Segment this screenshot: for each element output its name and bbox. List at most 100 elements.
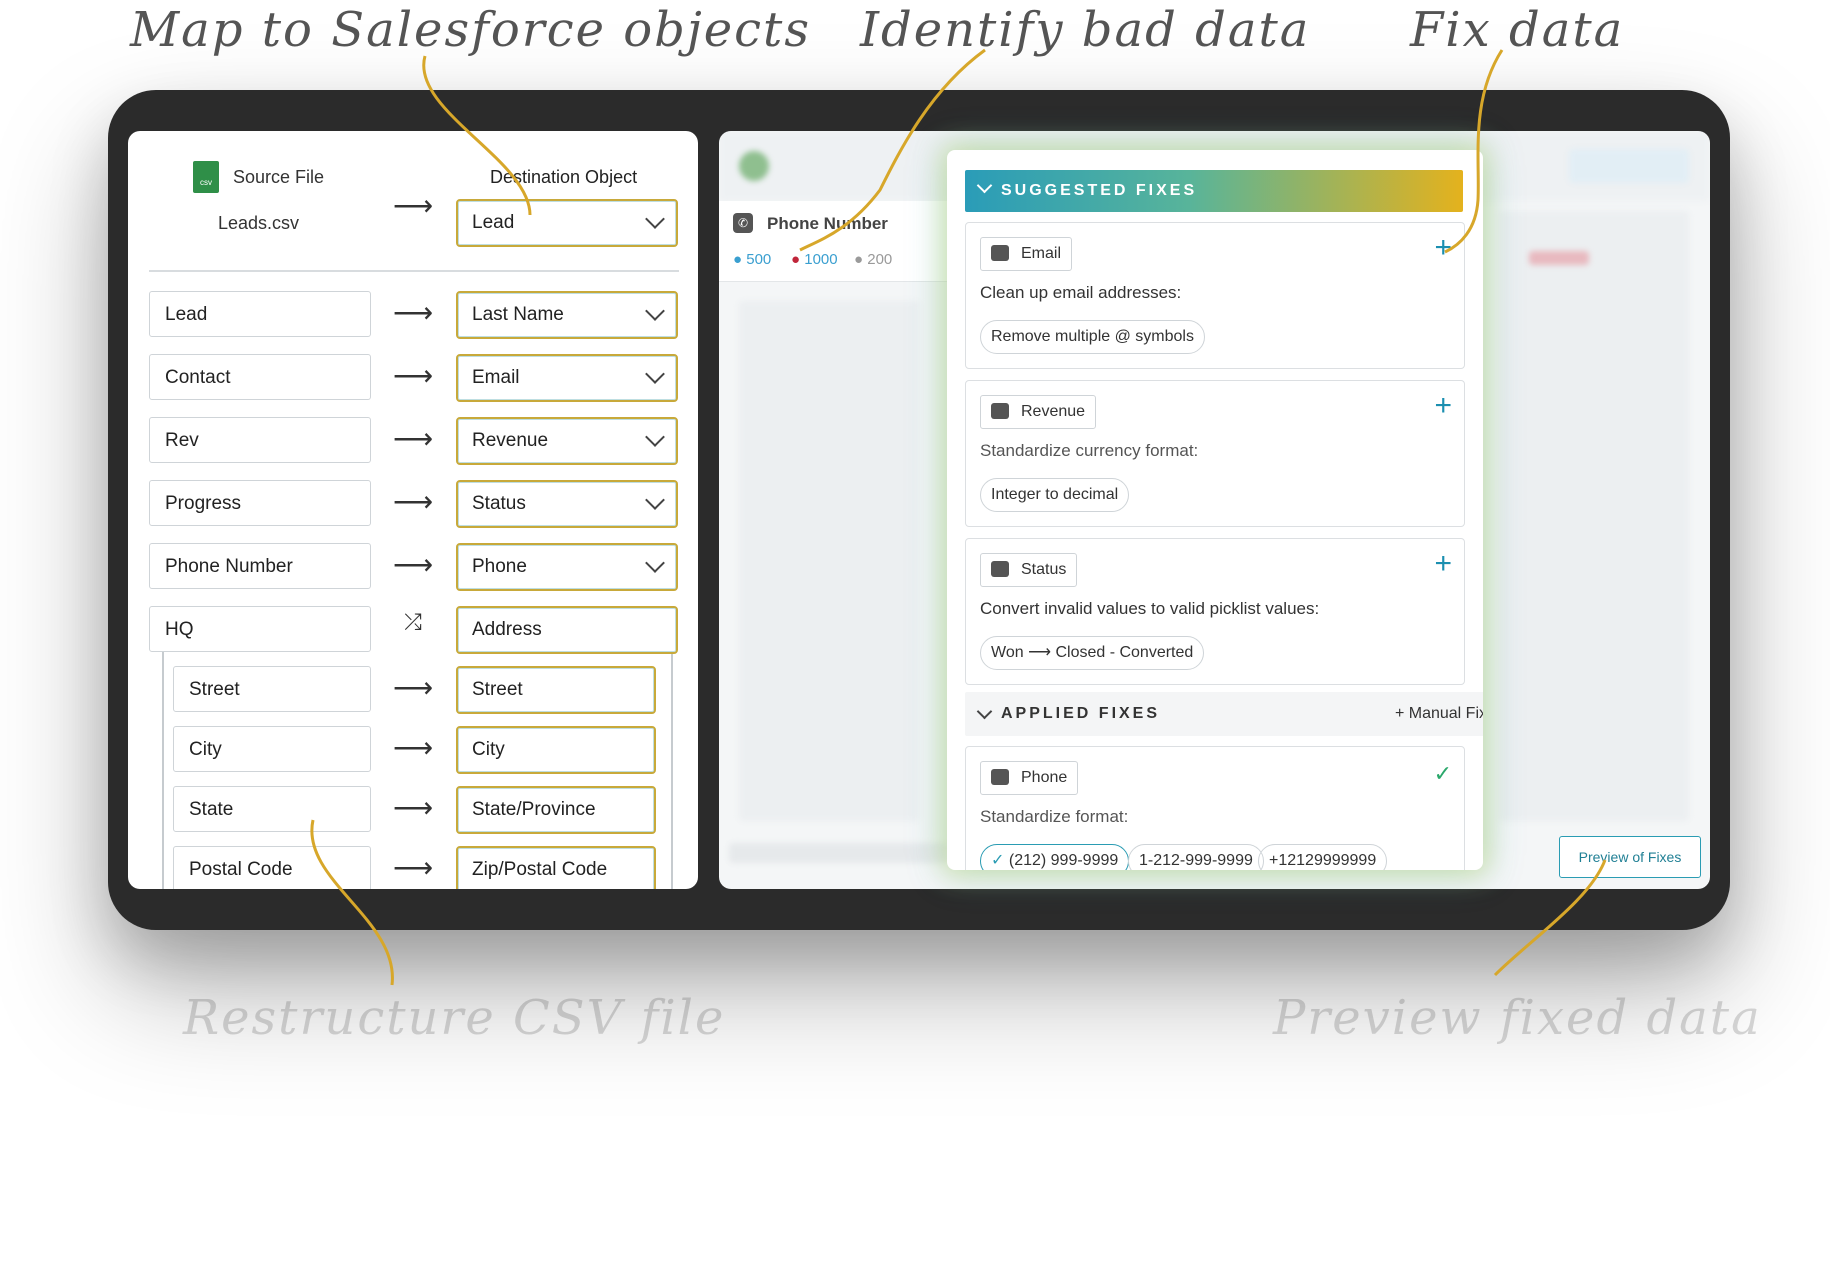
- source-field[interactable]: Contact: [149, 354, 371, 400]
- fix-tag-label: Email: [1021, 245, 1062, 262]
- arrow-right-icon: ⟶: [1028, 644, 1056, 661]
- source-field[interactable]: Lead: [149, 291, 371, 337]
- blurred-footer: [729, 843, 949, 863]
- check-icon: ✓: [991, 852, 1009, 869]
- csv-file-icon: csv: [193, 161, 219, 193]
- fix-tag: Phone: [980, 761, 1079, 795]
- fix-description: Standardize format:: [980, 807, 1129, 826]
- source-file-name: Leads.csv: [218, 213, 300, 233]
- valid-count-value: 500: [746, 251, 772, 268]
- destination-subfield[interactable]: City: [456, 726, 656, 774]
- source-field[interactable]: HQ: [149, 606, 371, 652]
- destination-field-value: Address: [472, 619, 542, 640]
- destination-field-select[interactable]: Last Name: [456, 291, 678, 339]
- destination-subfield[interactable]: State/Province: [456, 786, 656, 834]
- destination-field-select[interactable]: Phone: [456, 543, 678, 591]
- add-fix-icon[interactable]: +: [1434, 231, 1452, 265]
- empty-count: ● 200: [854, 251, 893, 268]
- preview-fixes-button[interactable]: Preview of Fixes: [1559, 836, 1701, 878]
- arrow-icon: ⟶: [393, 672, 434, 703]
- blurred-right-columns: [1499, 211, 1689, 821]
- add-fix-icon[interactable]: +: [1434, 547, 1452, 581]
- destination-subfield[interactable]: Street: [456, 666, 656, 714]
- fixes-drawer: SUGGESTED FIXES Email + Clean up email a…: [947, 150, 1483, 870]
- mapping-panel: csv Source File Leads.csv ⟶ Destination …: [128, 131, 698, 889]
- fix-card-status: Status + Convert invalid values to valid…: [965, 538, 1465, 685]
- source-subfield[interactable]: City: [173, 726, 371, 772]
- applied-fixes-title: APPLIED FIXES: [1001, 705, 1161, 722]
- tree-line-right: [671, 654, 673, 889]
- blurred-data-rows: [739, 301, 919, 821]
- suggested-fixes-header[interactable]: SUGGESTED FIXES: [965, 170, 1463, 212]
- chevron-down-icon: [645, 301, 665, 321]
- destination-field-select[interactable]: Email: [456, 354, 678, 402]
- invalid-count: ● 1000: [791, 251, 838, 268]
- destination-field-select[interactable]: Status: [456, 480, 678, 528]
- split-arrow-icon: ⤮: [404, 609, 422, 634]
- add-fix-icon[interactable]: +: [1434, 389, 1452, 423]
- empty-count-value: 200: [867, 251, 893, 268]
- manual-fix-button[interactable]: + Manual Fix: [1395, 692, 1483, 736]
- fix-tag: Email: [980, 237, 1073, 271]
- divider: [149, 270, 679, 272]
- fix-card-phone: Phone ✓ Standardize format: ✓ (212) 999-…: [965, 746, 1465, 870]
- suggested-fixes-title: SUGGESTED FIXES: [1001, 182, 1198, 199]
- phone-icon: [991, 769, 1009, 785]
- fix-option-pill[interactable]: Won ⟶ Closed - Converted: [980, 636, 1205, 670]
- arrow-icon: ⟶: [393, 732, 434, 763]
- arrow-icon: ⟶: [393, 423, 434, 454]
- destination-subfield[interactable]: Zip/Postal Code: [456, 846, 656, 889]
- blurred-header-button: [1569, 149, 1689, 183]
- picklist-icon: [991, 561, 1009, 577]
- chevron-down-icon: [645, 209, 665, 229]
- phone-icon: ✆: [733, 213, 753, 233]
- fix-tag-label: Phone: [1021, 769, 1068, 786]
- arrow-icon: ⟶: [393, 852, 434, 883]
- destination-object-select[interactable]: Lead: [456, 199, 678, 247]
- destination-field-select[interactable]: Revenue: [456, 417, 678, 465]
- format-option-label: (212) 999-9999: [1008, 852, 1119, 869]
- phone-column-header: ✆ Phone Number ● 500 ● 1000 ● 200: [719, 201, 947, 282]
- fix-option-pill[interactable]: Remove multiple @ symbols: [980, 320, 1205, 354]
- source-field[interactable]: Progress: [149, 480, 371, 526]
- manual-fix-label: Manual Fix: [1408, 705, 1483, 722]
- destination-field-value: Revenue: [472, 430, 549, 451]
- source-field[interactable]: Rev: [149, 417, 371, 463]
- destination-object-label: Destination Object: [490, 167, 638, 187]
- currency-icon: [991, 403, 1009, 419]
- annotation-map: Map to Salesforce objects: [130, 2, 811, 58]
- destination-field-address[interactable]: Address: [456, 606, 678, 654]
- csv-icon-text: csv: [200, 178, 212, 187]
- arrow-icon: ⟶: [393, 549, 434, 580]
- arrow-icon: ⟶: [393, 360, 434, 391]
- pill-to: Closed - Converted: [1055, 644, 1194, 661]
- source-subfield[interactable]: Street: [173, 666, 371, 712]
- blurred-logo: [739, 151, 769, 181]
- chevron-down-icon: [976, 177, 993, 194]
- fix-option-pill[interactable]: Integer to decimal: [980, 478, 1130, 512]
- valid-count: ● 500: [733, 251, 772, 268]
- fix-description: Standardize currency format:: [980, 441, 1199, 460]
- arrow-icon: ⟶: [393, 486, 434, 517]
- annotation-fix: Fix data: [1410, 2, 1625, 58]
- source-field[interactable]: Phone Number: [149, 543, 371, 589]
- source-subfield[interactable]: State: [173, 786, 371, 832]
- tree-line-left: [162, 652, 164, 889]
- format-option[interactable]: 1-212-999-9999: [1128, 844, 1264, 870]
- destination-field-value: Email: [472, 367, 520, 388]
- fix-card-revenue: Revenue + Standardize currency format: I…: [965, 380, 1465, 527]
- applied-fixes-header[interactable]: APPLIED FIXES + Manual Fix: [965, 692, 1483, 736]
- email-icon: [991, 245, 1009, 261]
- format-option-selected[interactable]: ✓ (212) 999-9999: [980, 844, 1130, 870]
- fix-tag: Revenue: [980, 395, 1097, 429]
- format-option[interactable]: +12129999999: [1258, 844, 1388, 870]
- plus-icon: +: [1394, 705, 1409, 722]
- fix-description: Clean up email addresses:: [980, 283, 1182, 302]
- fix-tag-label: Status: [1021, 561, 1067, 578]
- source-subfield[interactable]: Postal Code: [173, 846, 371, 889]
- destination-field-value: Status: [472, 493, 526, 514]
- blurred-red-badge: [1529, 251, 1589, 265]
- destination-field-value: Last Name: [472, 304, 564, 325]
- chevron-down-icon: [645, 427, 665, 447]
- arrow-icon: ⟶: [393, 297, 434, 328]
